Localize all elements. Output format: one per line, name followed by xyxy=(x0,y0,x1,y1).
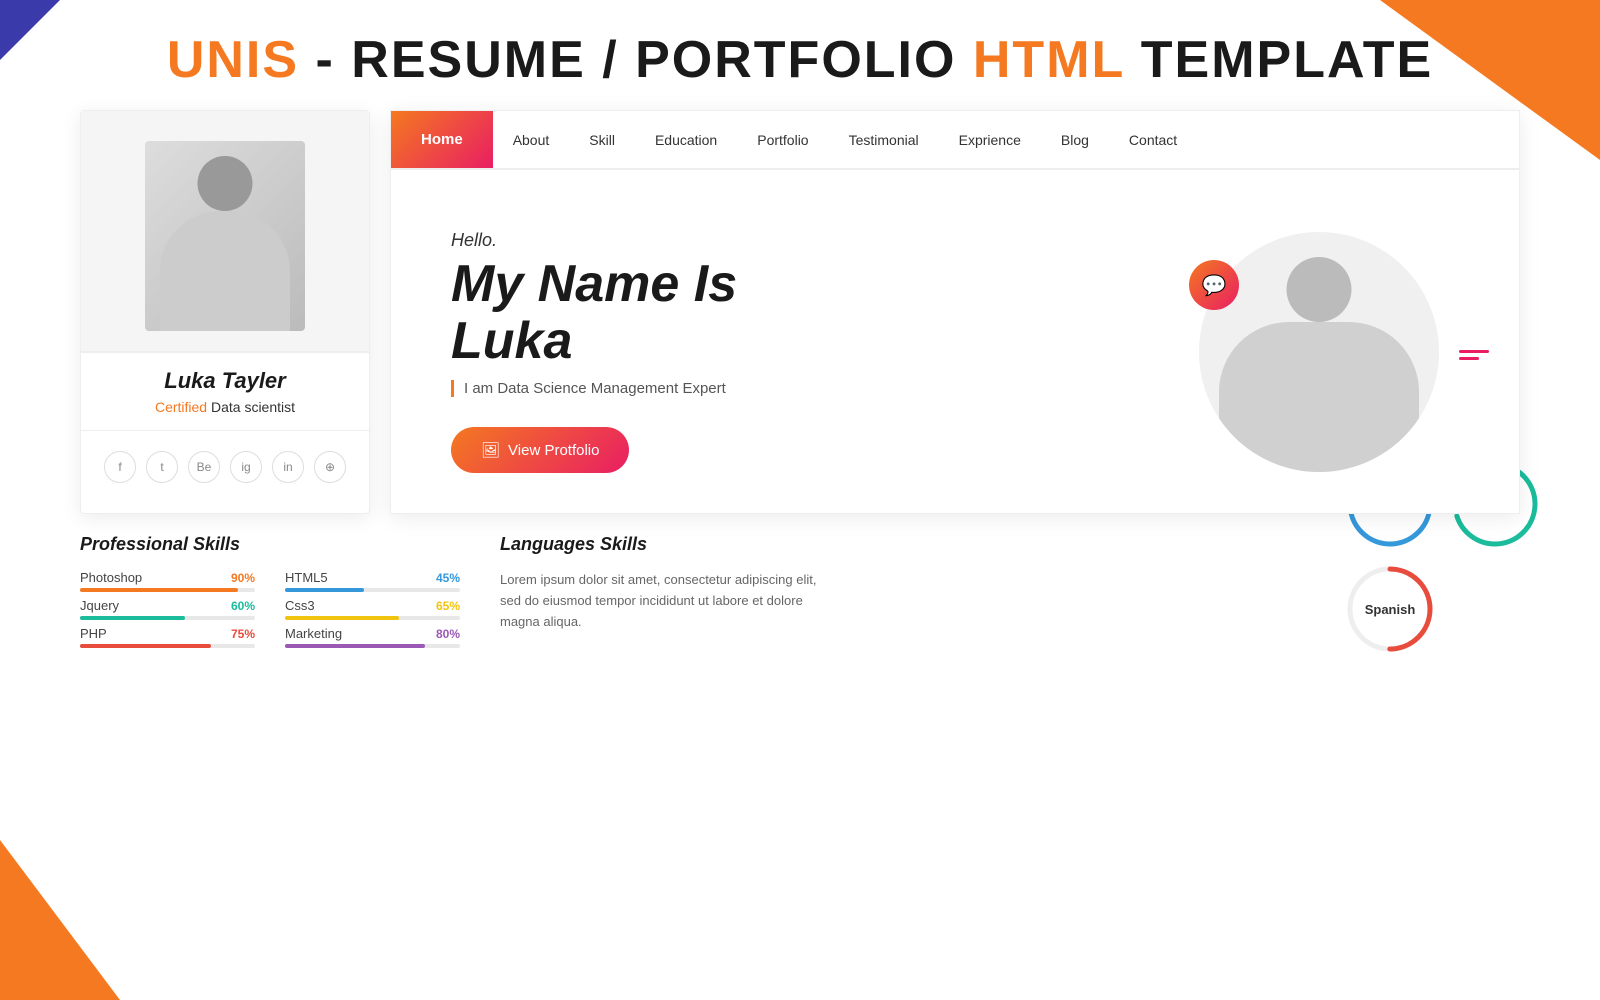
avatar xyxy=(145,141,305,331)
sidebar-title: Certified Data scientist xyxy=(155,399,295,415)
skill-percent: 65% xyxy=(436,599,460,613)
skill-bar-fill xyxy=(285,644,425,648)
lang-circle-spanish: Spanish xyxy=(1345,564,1435,654)
hero-text: Hello. My Name IsLuka I am Data Science … xyxy=(451,230,1179,473)
skill-bar-fill xyxy=(80,588,238,592)
skill-percent: 60% xyxy=(231,599,255,613)
bottom-section: Professional Skills Photoshop 90% Jquery… xyxy=(0,514,1600,674)
header-title-html: HTML xyxy=(973,31,1124,89)
social-linkedin[interactable]: in xyxy=(272,451,304,483)
skill-percent: 90% xyxy=(231,571,255,585)
page-header: UNIS - RESUME / PORTFOLIO HTML TEMPLATE xyxy=(0,0,1600,110)
hero-avatar-circle xyxy=(1199,232,1439,472)
main-container: Luka Tayler Certified Data scientist f t… xyxy=(0,110,1600,514)
skill-bar-bg xyxy=(80,644,255,648)
corner-decoration-bl xyxy=(0,840,120,1000)
hero-image-area: 💬 xyxy=(1179,230,1459,473)
skill-bar-fill xyxy=(285,588,364,592)
lang-ring: Spanish xyxy=(1345,564,1435,654)
skill-item: Marketing 80% xyxy=(285,626,460,648)
skill-item: HTML5 45% xyxy=(285,570,460,592)
skill-percent: 45% xyxy=(436,571,460,585)
sidebar-card: Luka Tayler Certified Data scientist f t… xyxy=(80,110,370,514)
skill-item: Jquery 60% xyxy=(80,598,255,620)
sidebar-certified: Certified xyxy=(155,399,207,415)
skill-bar-bg xyxy=(285,588,460,592)
sidebar-divider xyxy=(81,430,369,431)
menu-line-1 xyxy=(1459,350,1489,353)
main-panel: Home About Skill Education Portfolio Tes… xyxy=(390,110,1520,514)
social-facebook[interactable]: f xyxy=(104,451,136,483)
skill-bar-fill xyxy=(80,644,211,648)
menu-decoration xyxy=(1459,350,1489,360)
hero-section: Hello. My Name IsLuka I am Data Science … xyxy=(391,170,1519,513)
skill-bar-bg xyxy=(285,616,460,620)
skill-percent: 75% xyxy=(231,627,255,641)
skill-bar-fill xyxy=(80,616,185,620)
skills-section: Professional Skills Photoshop 90% Jquery… xyxy=(80,534,460,654)
portfolio-icon: 🖼 xyxy=(481,441,500,459)
nav-portfolio[interactable]: Portfolio xyxy=(737,112,828,168)
nav-home[interactable]: Home xyxy=(391,111,493,168)
header-title-unis: UNIS xyxy=(167,31,299,89)
chat-bubble-icon: 💬 xyxy=(1189,260,1239,310)
skill-bar-bg xyxy=(80,588,255,592)
hero-hello: Hello. xyxy=(451,230,1179,251)
skill-label: Jquery xyxy=(80,598,119,613)
skill-item: Photoshop 90% xyxy=(80,570,255,592)
skill-label: Css3 xyxy=(285,598,315,613)
nav-contact[interactable]: Contact xyxy=(1109,112,1197,168)
lang-label: Spanish xyxy=(1365,602,1416,617)
skill-percent: 80% xyxy=(436,627,460,641)
nav-blog[interactable]: Blog xyxy=(1041,112,1109,168)
sidebar-scientist: Data scientist xyxy=(207,399,295,415)
header-title-template: TEMPLATE xyxy=(1124,31,1433,89)
skills-title: Professional Skills xyxy=(80,534,460,555)
skill-bar-fill xyxy=(285,616,399,620)
social-instagram[interactable]: ig xyxy=(230,451,262,483)
languages-desc: Lorem ipsum dolor sit amet, consectetur … xyxy=(500,570,820,632)
nav-about[interactable]: About xyxy=(493,112,570,168)
social-globe[interactable]: ⊕ xyxy=(314,451,346,483)
navbar: Home About Skill Education Portfolio Tes… xyxy=(391,111,1519,170)
nav-testimonial[interactable]: Testimonial xyxy=(829,112,939,168)
skills-grid: Photoshop 90% Jquery 60% PHP 75% xyxy=(80,570,460,654)
skill-bar-bg xyxy=(285,644,460,648)
skill-item: Css3 65% xyxy=(285,598,460,620)
social-behance[interactable]: Be xyxy=(188,451,220,483)
view-portfolio-button[interactable]: 🖼 View Protfolio xyxy=(451,427,629,473)
sidebar-photo-area xyxy=(81,111,369,353)
social-icons: f t Be ig in ⊕ xyxy=(104,451,346,483)
skill-label: Photoshop xyxy=(80,570,142,585)
header-title-dash: - RESUME / PORTFOLIO xyxy=(299,31,973,89)
nav-education[interactable]: Education xyxy=(635,112,737,168)
social-twitter[interactable]: t xyxy=(146,451,178,483)
portfolio-btn-label: View Protfolio xyxy=(508,442,599,459)
skills-col-right: HTML5 45% Css3 65% Marketing 80% xyxy=(285,570,460,654)
skill-item: PHP 75% xyxy=(80,626,255,648)
skills-col-left: Photoshop 90% Jquery 60% PHP 75% xyxy=(80,570,255,654)
hero-subtitle: I am Data Science Management Expert xyxy=(451,380,1179,397)
nav-skill[interactable]: Skill xyxy=(569,112,635,168)
skill-label: PHP xyxy=(80,626,107,641)
sidebar-name: Luka Tayler xyxy=(164,368,285,394)
nav-experience[interactable]: Exprience xyxy=(939,112,1041,168)
lang-ring-inner: Spanish xyxy=(1353,572,1427,646)
skill-label: HTML5 xyxy=(285,570,328,585)
skill-label: Marketing xyxy=(285,626,342,641)
skill-bar-bg xyxy=(80,616,255,620)
menu-line-2 xyxy=(1459,357,1479,360)
hero-name: My Name IsLuka xyxy=(451,256,1179,370)
